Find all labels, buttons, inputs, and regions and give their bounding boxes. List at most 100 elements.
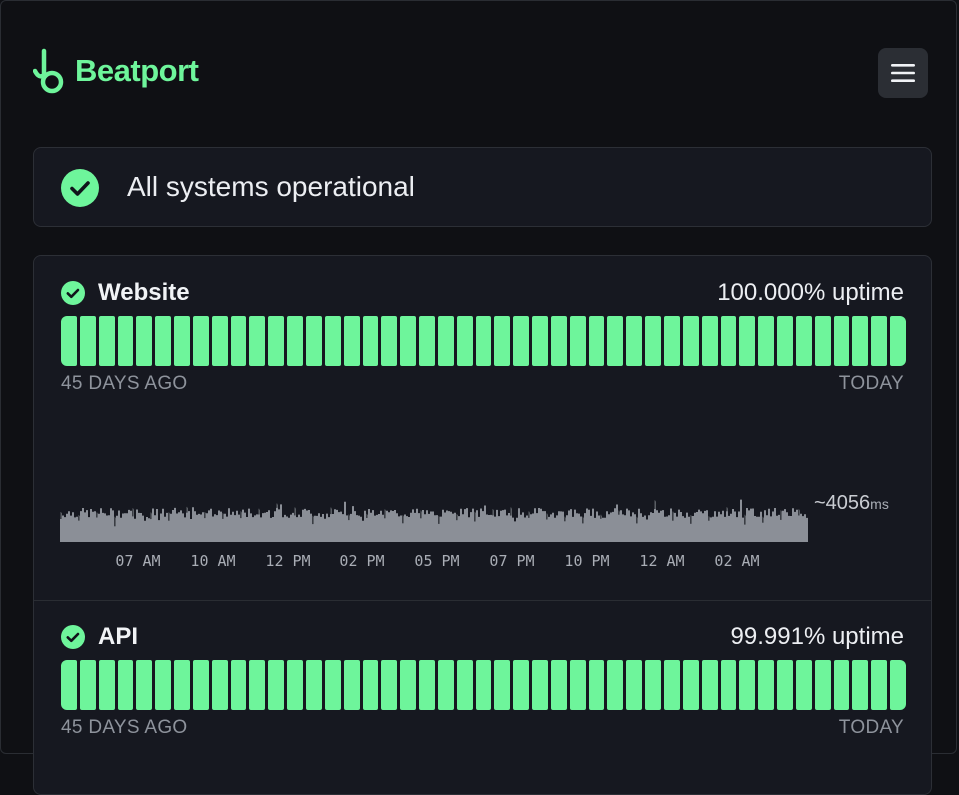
uptime-day-segment[interactable] [494,660,511,710]
uptime-day-segment[interactable] [305,660,322,710]
uptime-day-segment[interactable] [324,660,341,710]
uptime-day-segment[interactable] [136,316,153,366]
uptime-day-segment[interactable] [739,316,756,366]
uptime-day-segment[interactable] [664,316,680,366]
uptime-day-segment[interactable] [400,660,417,710]
uptime-day-segment[interactable] [61,316,77,366]
uptime-day-segment[interactable] [381,660,398,710]
component-header: Website 100.000% uptime [61,278,904,308]
uptime-day-segment[interactable] [701,660,718,710]
uptime-day-segment[interactable] [249,660,266,710]
uptime-day-segment[interactable] [569,660,586,710]
uptime-day-segment[interactable] [419,316,435,366]
uptime-day-segment[interactable] [758,660,775,710]
uptime-day-segment[interactable] [795,660,812,710]
uptime-day-segment[interactable] [268,660,285,710]
component-name[interactable]: API [98,623,138,651]
uptime-day-segment[interactable] [61,660,77,710]
uptime-day-segment[interactable] [833,316,850,366]
uptime-day-segment[interactable] [362,660,379,710]
uptime-day-segment[interactable] [494,316,511,366]
uptime-day-segment[interactable] [343,316,360,366]
uptime-day-segment[interactable] [456,660,473,710]
uptime-day-segment[interactable] [437,316,454,366]
uptime-day-segment[interactable] [381,316,398,366]
uptime-day-segment[interactable] [268,316,285,366]
component-name[interactable]: Website [98,279,190,307]
uptime-day-segment[interactable] [174,316,190,366]
response-time-spike [168,512,170,521]
uptime-day-segment[interactable] [136,660,153,710]
uptime-day-segment[interactable] [211,316,228,366]
uptime-day-segment[interactable] [174,660,190,710]
uptime-day-segment[interactable] [98,660,115,710]
uptime-day-segment[interactable] [890,316,906,366]
uptime-day-segment[interactable] [701,316,718,366]
uptime-day-segment[interactable] [833,660,850,710]
uptime-day-segment[interactable] [852,660,869,710]
menu-button[interactable] [878,48,928,98]
uptime-day-segment[interactable] [777,660,793,710]
uptime-day-segment[interactable] [814,660,831,710]
uptime-day-segment[interactable] [513,316,530,366]
uptime-day-segment[interactable] [532,660,548,710]
uptime-day-segment[interactable] [569,316,586,366]
uptime-day-segment[interactable] [871,316,888,366]
uptime-day-segment[interactable] [98,316,115,366]
uptime-day-segment[interactable] [645,316,661,366]
uptime-day-segment[interactable] [814,316,831,366]
uptime-day-segment[interactable] [249,316,266,366]
response-time-spike [420,510,422,519]
uptime-day-segment[interactable] [777,316,793,366]
uptime-day-segment[interactable] [550,660,567,710]
time-tick: 02 PM [339,552,385,570]
uptime-day-segment[interactable] [324,316,341,366]
uptime-day-segment[interactable] [607,660,624,710]
uptime-day-segment[interactable] [475,316,492,366]
uptime-day-segment[interactable] [513,660,530,710]
uptime-day-segment[interactable] [871,660,888,710]
uptime-day-segment[interactable] [588,316,605,366]
uptime-day-segment[interactable] [79,316,96,366]
uptime-day-segment[interactable] [626,660,643,710]
uptime-day-segment[interactable] [607,316,624,366]
uptime-day-segment[interactable] [720,660,737,710]
uptime-day-segment[interactable] [362,316,379,366]
uptime-day-segment[interactable] [645,660,661,710]
response-time-spike [132,508,134,517]
uptime-day-segment[interactable] [532,316,548,366]
uptime-day-segment[interactable] [192,316,209,366]
uptime-day-segment[interactable] [343,660,360,710]
uptime-day-segment[interactable] [890,660,906,710]
uptime-day-segment[interactable] [664,660,680,710]
uptime-day-segment[interactable] [456,316,473,366]
uptime-day-segment[interactable] [419,660,435,710]
brand-logo[interactable]: Beatport [33,47,199,95]
uptime-day-segment[interactable] [437,660,454,710]
uptime-day-segment[interactable] [400,316,417,366]
uptime-day-segment[interactable] [795,316,812,366]
uptime-day-segment[interactable] [305,316,322,366]
uptime-day-segment[interactable] [211,660,228,710]
uptime-day-segment[interactable] [588,660,605,710]
uptime-day-segment[interactable] [550,316,567,366]
uptime-day-segment[interactable] [475,660,492,710]
uptime-day-segment[interactable] [287,660,303,710]
uptime-day-segment[interactable] [852,316,869,366]
uptime-day-segment[interactable] [230,316,247,366]
uptime-day-segment[interactable] [739,660,756,710]
uptime-day-segment[interactable] [192,660,209,710]
uptime-day-segment[interactable] [155,660,172,710]
uptime-day-segment[interactable] [155,316,172,366]
response-time-chart[interactable] [60,486,808,542]
uptime-day-segment[interactable] [626,316,643,366]
uptime-day-segment[interactable] [720,316,737,366]
uptime-day-segment[interactable] [117,660,134,710]
uptime-day-segment[interactable] [758,316,775,366]
uptime-day-segment[interactable] [230,660,247,710]
uptime-day-segment[interactable] [682,316,699,366]
uptime-day-segment[interactable] [117,316,134,366]
uptime-day-segment[interactable] [682,660,699,710]
uptime-day-segment[interactable] [287,316,303,366]
uptime-day-segment[interactable] [79,660,96,710]
